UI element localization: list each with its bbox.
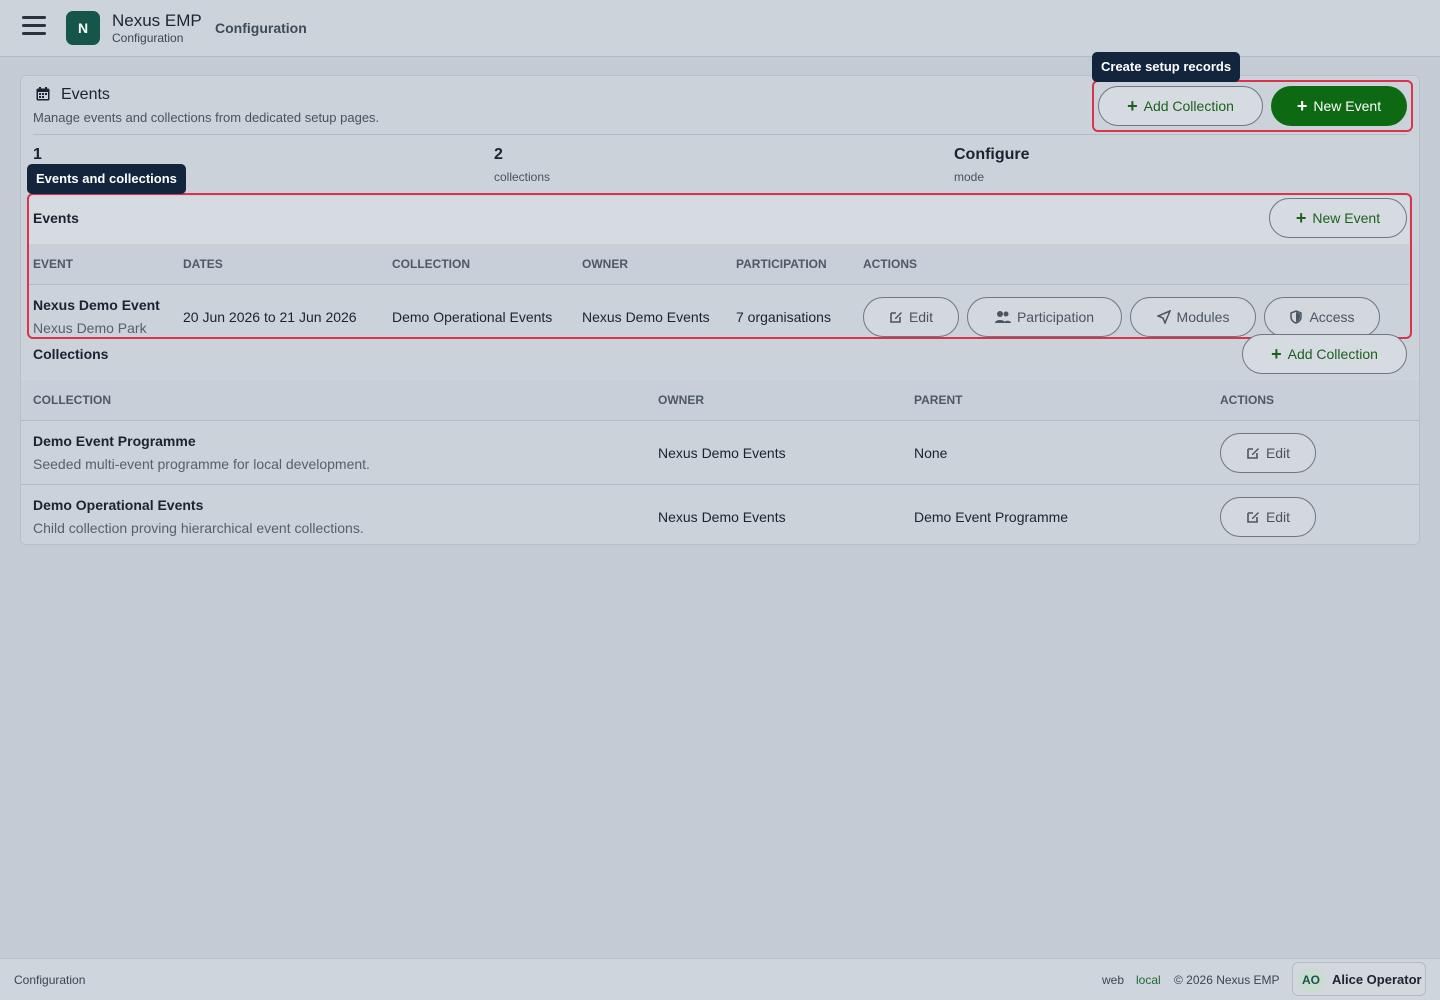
collection-owner: Nexus Demo Events — [658, 445, 786, 461]
collection-name[interactable]: Demo Operational Events — [33, 497, 203, 513]
collection-edit-button[interactable]: Edit — [1220, 433, 1316, 473]
new-event-label: New Event — [1313, 98, 1382, 114]
edit-icon — [1247, 448, 1259, 459]
col-event[interactable]: EVENT — [33, 257, 73, 271]
event-dates: 20 Jun 2026 to 21 Jun 2026 — [183, 309, 357, 325]
divider — [21, 484, 1419, 485]
event-access-button[interactable]: Access — [1264, 297, 1380, 337]
collections-table-header — [21, 380, 1419, 420]
modules-label: Modules — [1176, 309, 1230, 325]
footer-copyright: © 2026 Nexus EMP — [1174, 973, 1280, 987]
event-participation-button[interactable]: Participation — [967, 297, 1122, 337]
stat-collections-value: 2 — [494, 146, 503, 163]
event-modules-button[interactable]: Modules — [1130, 297, 1256, 337]
app-subtitle: Configuration — [112, 31, 184, 45]
app-logo[interactable]: N — [66, 11, 100, 45]
app-name[interactable]: Nexus EMP — [112, 11, 202, 31]
collections-add-label: Add Collection — [1287, 346, 1378, 362]
card-title: Events — [61, 86, 110, 103]
collections-section-title: Collections — [33, 346, 109, 362]
access-label: Access — [1309, 309, 1355, 325]
stat-events-value: 1 — [33, 146, 42, 163]
event-collection: Demo Operational Events — [392, 309, 553, 325]
event-name[interactable]: Nexus Demo Event — [33, 297, 160, 313]
collection-owner: Nexus Demo Events — [658, 509, 786, 525]
col-dates[interactable]: DATES — [183, 257, 223, 271]
collection-parent: None — [914, 445, 948, 461]
events-tooltip: Events and collections — [27, 164, 186, 194]
collection-desc: Child collection proving hierarchical ev… — [33, 520, 364, 536]
collection-parent: Demo Event Programme — [914, 509, 1069, 525]
col-owner[interactable]: OWNER — [582, 257, 628, 271]
edit-label: Edit — [908, 309, 934, 325]
user-name[interactable]: Alice Operator — [1332, 972, 1422, 987]
col-actions: ACTIONS — [863, 257, 917, 271]
plus-icon: + — [1295, 208, 1307, 228]
events-new-event-button[interactable]: + New Event — [1269, 198, 1407, 238]
col-collection-name[interactable]: COLLECTION — [33, 393, 111, 407]
stat-mode-label: mode — [954, 170, 985, 184]
stat-collections-label: collections — [494, 170, 551, 184]
collection-edit-button[interactable]: Edit — [1220, 497, 1316, 537]
event-venue: Nexus Demo Park — [33, 320, 147, 336]
page-title: Configuration — [215, 20, 307, 36]
events-table-header — [29, 244, 1409, 284]
col-collection[interactable]: COLLECTION — [392, 257, 470, 271]
col-collection-owner[interactable]: OWNER — [658, 393, 704, 407]
plus-icon: + — [1127, 96, 1138, 116]
col-collection-parent[interactable]: PARENT — [914, 393, 962, 407]
event-owner: Nexus Demo Events — [582, 309, 710, 325]
edit-icon — [1247, 512, 1259, 523]
divider — [29, 284, 1409, 285]
card-subtitle: Manage events and collections from dedic… — [33, 110, 380, 125]
stat-mode-value: Configure — [954, 146, 1030, 163]
edit-label: Edit — [1265, 445, 1291, 461]
edit-icon — [890, 312, 902, 323]
collection-name[interactable]: Demo Event Programme — [33, 433, 196, 449]
events-section-title: Events — [33, 210, 79, 226]
participation-label: Participation — [1016, 309, 1095, 325]
send-icon — [1156, 310, 1171, 324]
plus-icon: + — [1296, 96, 1308, 116]
collection-desc: Seeded multi-event programme for local d… — [33, 456, 370, 472]
top-bar: N Nexus EMP Configuration Configuration — [0, 0, 1440, 57]
footer-section: Configuration — [14, 973, 86, 987]
calendar-icon — [36, 87, 50, 101]
col-collection-actions: ACTIONS — [1220, 393, 1274, 407]
footer-web: web — [1102, 973, 1125, 987]
shield-icon — [1290, 310, 1303, 324]
avatar[interactable]: AO — [1298, 968, 1324, 992]
footer: Configuration web local © 2026 Nexus EMP — [0, 958, 1440, 1000]
setup-tooltip: Create setup records — [1092, 52, 1241, 82]
new-event-button[interactable]: + New Event — [1271, 86, 1407, 126]
events-new-event-label: New Event — [1312, 210, 1381, 226]
divider — [33, 134, 1407, 135]
users-icon — [994, 311, 1011, 323]
collections-add-button[interactable]: + Add Collection — [1242, 334, 1407, 374]
add-collection-button[interactable]: + Add Collection — [1098, 86, 1263, 126]
footer-local-link[interactable]: local — [1136, 973, 1161, 987]
event-edit-button[interactable]: Edit — [863, 297, 959, 337]
events-section-header — [29, 196, 1409, 244]
event-participation: 7 organisations — [736, 309, 831, 325]
divider — [21, 420, 1419, 421]
add-collection-label: Add Collection — [1143, 98, 1234, 114]
col-participation[interactable]: PARTICIPATION — [736, 257, 827, 271]
plus-icon: + — [1271, 344, 1282, 364]
menu-icon[interactable] — [22, 16, 46, 38]
edit-label: Edit — [1265, 509, 1291, 525]
